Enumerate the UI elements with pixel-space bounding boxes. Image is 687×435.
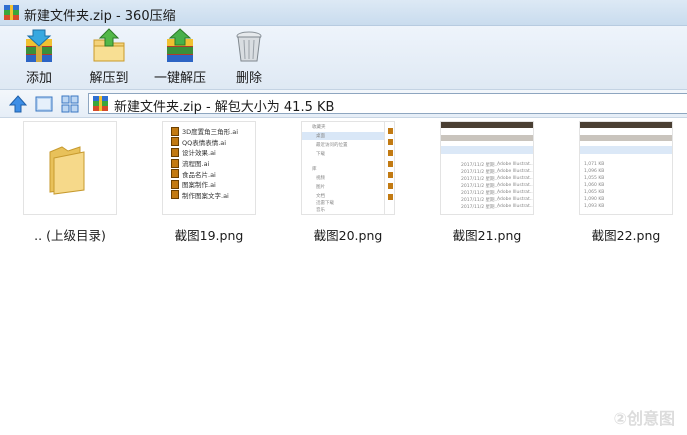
thumb-text: 文档	[316, 194, 325, 199]
file-item-screenshot19[interactable]: 3D度置角三角形.ai QQ表情表情.ai 设计效果.ai 流程图.ai 食品名…	[161, 121, 257, 244]
thumb-text: 1,060 KB	[584, 183, 605, 188]
extract-to-label: 解压到	[89, 71, 129, 86]
thumb-text: Adobe Illustrat...	[497, 204, 534, 209]
ai-file-icon	[171, 147, 179, 157]
thumb-text: 2017/11/2 星期...	[461, 177, 499, 182]
thumb-toolbar	[580, 135, 672, 141]
thumb-text: 2017/11/2 星期...	[461, 184, 499, 189]
thumb-text: 图案制作.ai	[182, 181, 216, 190]
window-title: 新建文件夹.zip - 360压缩	[24, 9, 176, 24]
thumb-header-bar	[441, 122, 533, 128]
file-item-screenshot21[interactable]: 2017/11/2 星期... Adobe Illustrat... 2017/…	[439, 121, 535, 244]
selected-row	[302, 132, 384, 140]
title-bar: 新建文件夹.zip - 360压缩	[0, 0, 687, 26]
thumb-text: Adobe Illustrat...	[497, 176, 534, 181]
thumb-header-bar	[580, 122, 672, 128]
file-list: .. (上级目录) 3D度置角三角形.ai QQ表情表情.ai 设计效果.ai …	[0, 118, 687, 435]
ai-file-icon	[171, 137, 179, 147]
add-button[interactable]: 添加	[16, 28, 62, 86]
zip-archive-icon	[4, 5, 19, 20]
thumb-text: 3D度置角三角形.ai	[182, 128, 238, 137]
thumb-text: 1,065 KB	[584, 190, 605, 195]
ai-file-icon	[171, 179, 179, 189]
file-name: 截图19.png	[174, 228, 244, 243]
folder-icon	[49, 146, 85, 195]
thumb-text: 2017/11/2 星期...	[461, 198, 499, 203]
ai-file-icon	[171, 169, 179, 179]
thumb-text: 视频	[316, 176, 325, 181]
thumb-text: Adobe Illustrat...	[497, 197, 534, 202]
thumb-text: 库	[312, 167, 317, 172]
address-path: 新建文件夹.zip - 解包大小为 41.5 KB	[114, 100, 335, 115]
thumb-text: 1,090 KB	[584, 197, 605, 202]
ai-file-icon	[171, 126, 179, 136]
extract-to-button[interactable]: 解压到	[86, 28, 132, 86]
address-field[interactable]: 新建文件夹.zip - 解包大小为 41.5 KB	[88, 93, 687, 115]
file-item-screenshot20[interactable]: 收藏夹 桌面 最近访问的位置 下载 库 视频 图片 文档 迅雷下载 音乐 截图2…	[300, 121, 396, 244]
thumbnail	[23, 121, 117, 215]
thumb-text: Adobe Illustrat...	[497, 183, 534, 188]
thumb-text: 2017/11/2 星期...	[461, 163, 499, 168]
large-icon-view-icon[interactable]	[34, 94, 54, 114]
file-item-screenshot22[interactable]: 1,071 KB 1,096 KB 1,055 KB 1,060 KB 1,06…	[578, 121, 674, 244]
thumb-text: 食品名片.ai	[182, 170, 216, 179]
add-icon	[26, 29, 52, 62]
delete-label: 删除	[235, 71, 262, 86]
thumb-text: 桌面	[316, 134, 325, 139]
thumb-selected-row	[580, 146, 672, 154]
address-bar: 新建文件夹.zip - 解包大小为 41.5 KB	[0, 90, 687, 118]
thumb-text: 最近访问的位置	[316, 143, 348, 148]
file-name: 截图20.png	[313, 228, 383, 243]
up-arrow-icon[interactable]	[8, 94, 28, 114]
thumb-text: 1,055 KB	[584, 176, 605, 181]
thumb-text: 1,093 KB	[584, 204, 605, 209]
thumb-text: 流程图.ai	[182, 160, 210, 169]
thumb-text: 1,096 KB	[584, 169, 605, 174]
delete-button[interactable]: 删除	[226, 28, 272, 86]
thumb-text: QQ表情表情.ai	[182, 138, 227, 147]
zip-archive-icon	[93, 96, 108, 111]
trash-icon	[236, 31, 262, 62]
thumb-text: 下载	[316, 152, 325, 157]
one-click-extract-label: 一键解压	[153, 71, 206, 86]
thumb-text: 2017/11/2 星期...	[461, 191, 499, 196]
thumb-text: 收藏夹	[312, 125, 326, 130]
thumbnail-file-list: 3D度置角三角形.ai QQ表情表情.ai 设计效果.ai 流程图.ai 食品名…	[171, 126, 238, 200]
small-icon-view-icon[interactable]	[60, 94, 80, 114]
toolbar: 添加 解压到 一键解压 删除	[0, 26, 687, 90]
thumbnail: 3D度置角三角形.ai QQ表情表情.ai 设计效果.ai 流程图.ai 食品名…	[162, 121, 256, 215]
file-name: .. (上级目录)	[34, 228, 106, 243]
one-click-extract-icon	[167, 28, 193, 62]
extract-folder-icon	[93, 28, 125, 62]
thumb-text: 音乐	[316, 208, 325, 213]
thumb-text: 设计效果.ai	[182, 149, 216, 158]
thumbnail: 收藏夹 桌面 最近访问的位置 下载 库 视频 图片 文档 迅雷下载 音乐	[301, 121, 395, 215]
thumb-text: 制作图案文字.ai	[182, 191, 229, 200]
thumb-selected-row	[441, 146, 533, 154]
explorer-sidebar: 收藏夹 桌面 最近访问的位置 下载 库 视频 图片 文档 迅雷下载 音乐	[302, 122, 385, 214]
thumb-text: Adobe Illustrat...	[497, 162, 534, 167]
thumb-text: 图片	[316, 185, 325, 190]
ai-file-icon	[171, 158, 179, 168]
add-label: 添加	[25, 71, 52, 86]
thumb-text: 2017/11/2 星期...	[461, 170, 499, 175]
thumbnail: 2017/11/2 星期... Adobe Illustrat... 2017/…	[440, 121, 534, 215]
thumb-text: 2017/11/2 星期...	[461, 205, 499, 210]
thumbnail: 1,071 KB 1,096 KB 1,055 KB 1,060 KB 1,06…	[579, 121, 673, 215]
file-name: 截图22.png	[591, 228, 661, 243]
ai-file-icons-column	[388, 128, 393, 208]
thumb-text: Adobe Illustrat...	[497, 169, 534, 174]
thumb-toolbar	[441, 135, 533, 141]
thumb-text: Adobe Illustrat...	[497, 190, 534, 195]
thumb-text: 迅雷下载	[316, 201, 334, 206]
watermark: ②创意图	[613, 409, 675, 428]
file-name: 截图21.png	[452, 228, 522, 243]
one-click-extract-button[interactable]: 一键解压	[150, 28, 210, 86]
file-item-parent[interactable]: .. (上级目录)	[22, 121, 118, 244]
ai-file-icon	[171, 190, 179, 200]
thumb-text: 1,071 KB	[584, 162, 605, 167]
